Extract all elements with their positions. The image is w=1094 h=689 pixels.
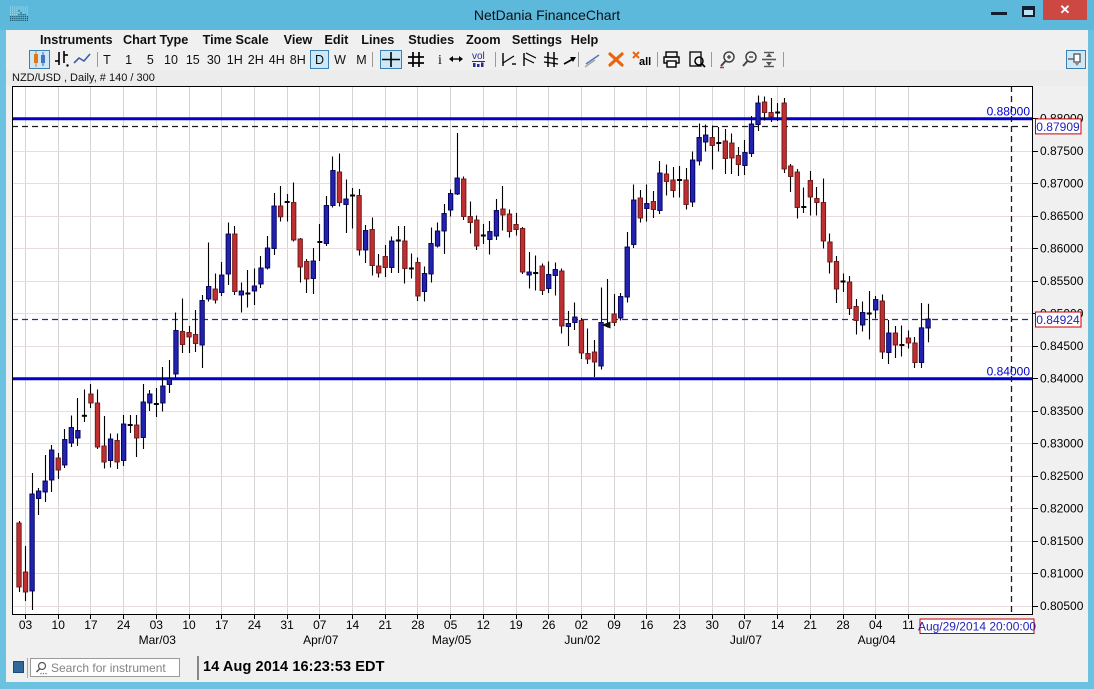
- svg-text:31: 31: [280, 618, 294, 632]
- svg-text:23: 23: [673, 618, 687, 632]
- svg-text:02: 02: [575, 618, 589, 632]
- svg-text:30: 30: [706, 618, 720, 632]
- svg-text:14: 14: [771, 618, 785, 632]
- svg-text:Jun/02: Jun/02: [564, 633, 600, 647]
- svg-text:24: 24: [117, 618, 131, 632]
- svg-text:Jul/07: Jul/07: [730, 633, 762, 647]
- svg-text:14: 14: [346, 618, 360, 632]
- svg-text:0.87909: 0.87909: [1036, 120, 1080, 134]
- svg-text:vol: vol: [472, 51, 485, 62]
- svg-text:11: 11: [902, 618, 915, 632]
- svg-text:0.84000: 0.84000: [1040, 372, 1084, 386]
- svg-text:07: 07: [313, 618, 327, 632]
- svg-text:07: 07: [738, 618, 752, 632]
- svg-text:Mar/03: Mar/03: [139, 633, 177, 647]
- svg-text:0.87500: 0.87500: [1040, 144, 1084, 158]
- svg-text:0.83000: 0.83000: [1040, 437, 1084, 451]
- svg-text:28: 28: [411, 618, 425, 632]
- svg-text:0.84500: 0.84500: [1040, 339, 1084, 353]
- svg-text:0.86500: 0.86500: [1040, 209, 1084, 223]
- svg-text:04: 04: [869, 618, 883, 632]
- svg-text:0.85500: 0.85500: [1040, 274, 1084, 288]
- svg-text:0.83500: 0.83500: [1040, 404, 1084, 418]
- svg-text:0.81000: 0.81000: [1040, 567, 1084, 581]
- svg-text:Apr/07: Apr/07: [303, 633, 339, 647]
- svg-text:10: 10: [52, 618, 66, 632]
- svg-text:16: 16: [640, 618, 654, 632]
- svg-text:Aug/29/2014 20:00:00: Aug/29/2014 20:00:00: [918, 620, 1036, 634]
- svg-text:Aug/04: Aug/04: [858, 633, 896, 647]
- svg-text:17: 17: [84, 618, 98, 632]
- svg-text:0.82500: 0.82500: [1040, 469, 1084, 483]
- svg-text:24: 24: [248, 618, 262, 632]
- svg-text:0.84924: 0.84924: [1036, 313, 1080, 327]
- svg-text:0.80500: 0.80500: [1040, 599, 1084, 613]
- svg-text:12: 12: [477, 618, 491, 632]
- svg-text:03: 03: [150, 618, 164, 632]
- svg-text:0.81500: 0.81500: [1040, 534, 1084, 548]
- svg-text:all: all: [639, 56, 651, 68]
- svg-text:21: 21: [379, 618, 393, 632]
- svg-text:03: 03: [19, 618, 33, 632]
- svg-text:21: 21: [804, 618, 818, 632]
- svg-text:26: 26: [542, 618, 556, 632]
- svg-text:28: 28: [836, 618, 850, 632]
- svg-text:0.87000: 0.87000: [1040, 177, 1084, 191]
- svg-text:17: 17: [215, 618, 229, 632]
- svg-text:0.82000: 0.82000: [1040, 502, 1084, 516]
- svg-text:0.86000: 0.86000: [1040, 242, 1084, 256]
- svg-text:0.88000: 0.88000: [987, 105, 1031, 119]
- svg-text:0.84000: 0.84000: [987, 365, 1031, 379]
- svg-text:10: 10: [182, 618, 196, 632]
- svg-text:05: 05: [444, 618, 458, 632]
- svg-text:May/05: May/05: [432, 633, 472, 647]
- svg-text:09: 09: [607, 618, 621, 632]
- svg-text:19: 19: [509, 618, 523, 632]
